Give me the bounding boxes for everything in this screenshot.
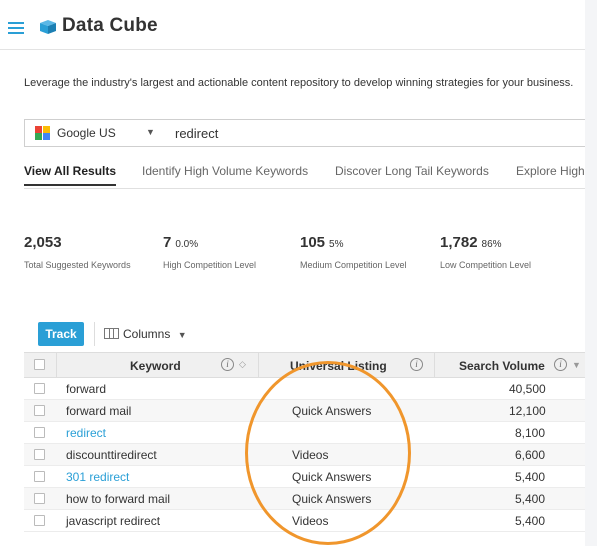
app-title: Data Cube: [62, 15, 158, 36]
tab-discover-long-tail-keywords[interactable]: Discover Long Tail Keywords: [335, 164, 489, 186]
stat-percent: 86%: [481, 239, 502, 250]
volume-cell: 6,600: [515, 448, 546, 462]
row-checkbox[interactable]: [34, 427, 45, 438]
data-cube-logo-icon: [40, 20, 56, 34]
toolbar-separator: [94, 322, 95, 346]
stat-high-competition: 7 0.0% High Competition Level: [163, 234, 256, 270]
volume-cell: 5,400: [515, 514, 546, 528]
stat-low-competition: 1,782 86% Low Competition Level: [440, 234, 531, 270]
keyword-link[interactable]: redirect: [66, 426, 106, 440]
row-checkbox[interactable]: [34, 493, 45, 504]
google-logo-icon: [35, 126, 50, 140]
volume-cell: 12,100: [509, 404, 546, 418]
search-query-input[interactable]: redirect: [175, 126, 218, 141]
header-keyword[interactable]: Keyword: [130, 359, 181, 373]
stat-label: Medium Competition Level: [300, 260, 407, 270]
row-checkbox[interactable]: [34, 383, 45, 394]
info-icon[interactable]: i: [410, 358, 423, 371]
volume-cell: 5,400: [515, 470, 546, 484]
main-panel: Data Cube Leverage the industry's larges…: [0, 0, 585, 546]
stat-label: High Competition Level: [163, 260, 257, 270]
stat-percent: 5%: [329, 239, 344, 250]
stat-value: 2,053: [24, 234, 62, 251]
columns-button[interactable]: Columns ▼: [104, 324, 187, 344]
select-all-checkbox[interactable]: [34, 359, 45, 370]
caret-down-icon: ▼: [146, 127, 155, 137]
page-description: Leverage the industry's largest and acti…: [24, 77, 574, 89]
hamburger-menu-icon[interactable]: [8, 22, 24, 34]
stat-value: 1,782: [440, 234, 478, 251]
volume-cell: 5,400: [515, 492, 546, 506]
row-checkbox[interactable]: [34, 449, 45, 460]
search-engine-select[interactable]: Google US ▼: [25, 120, 165, 146]
app-header: Data Cube: [0, 0, 585, 50]
caret-down-icon: ▼: [177, 330, 187, 340]
search-bar: Google US ▼ redirect: [24, 119, 585, 147]
column-divider: [434, 353, 435, 377]
keyword-cell: forward mail: [66, 404, 132, 418]
keyword-link[interactable]: 301 redirect: [66, 470, 129, 484]
search-engine-label: Google US: [57, 126, 116, 140]
highlight-circle-annotation: [245, 361, 411, 545]
sort-icon[interactable]: ◇: [239, 359, 246, 370]
tab-identify-high-volume-keywords[interactable]: Identify High Volume Keywords: [142, 164, 308, 186]
keyword-cell: forward: [66, 382, 107, 396]
header-search-volume[interactable]: Search Volume: [459, 359, 545, 373]
track-button[interactable]: Track: [38, 322, 84, 346]
result-tabs: View All Results Identify High Volume Ke…: [24, 164, 585, 188]
keyword-cell: discounttiredirect: [66, 448, 157, 462]
stat-label: Low Competition Level: [440, 260, 532, 270]
column-divider: [258, 353, 259, 377]
stat-total-suggested: 2,053 Total Suggested Keywords: [24, 234, 131, 270]
row-checkbox[interactable]: [34, 405, 45, 416]
columns-icon: [104, 328, 119, 339]
stat-value: 105: [300, 234, 326, 251]
stat-label: Total Suggested Keywords: [24, 260, 131, 270]
tabs-divider: [24, 188, 585, 189]
volume-cell: 40,500: [509, 382, 546, 396]
tab-explore-high[interactable]: Explore High V: [516, 164, 585, 186]
sort-desc-icon[interactable]: ▼: [572, 360, 581, 370]
column-divider: [56, 353, 57, 377]
info-icon[interactable]: i: [221, 358, 234, 371]
keyword-cell: how to forward mail: [66, 492, 171, 506]
info-icon[interactable]: i: [554, 358, 567, 371]
stat-value: 7: [163, 234, 172, 251]
keyword-cell: javascript redirect: [66, 514, 161, 528]
columns-label: Columns: [123, 327, 171, 341]
row-checkbox[interactable]: [34, 515, 45, 526]
volume-cell: 8,100: [515, 426, 546, 440]
stat-medium-competition: 105 5% Medium Competition Level: [300, 234, 407, 270]
row-checkbox[interactable]: [34, 471, 45, 482]
stat-percent: 0.0%: [175, 239, 199, 250]
tab-view-all-results[interactable]: View All Results: [24, 164, 117, 186]
